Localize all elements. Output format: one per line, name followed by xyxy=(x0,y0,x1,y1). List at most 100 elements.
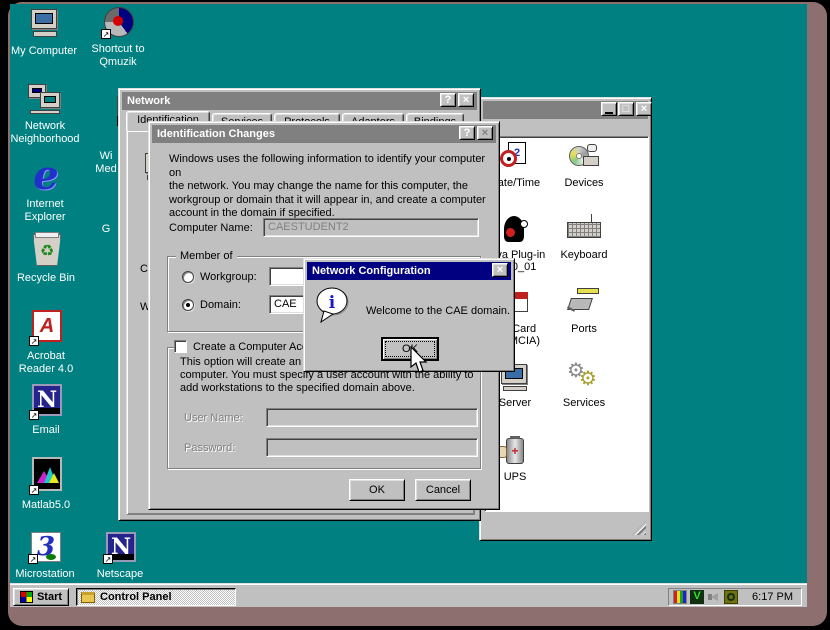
icon-label: Shortcut to xyxy=(91,43,144,56)
help-icon: ? xyxy=(445,95,452,106)
desktop-icon-netscape[interactable]: N ↗ Netscape xyxy=(84,532,156,581)
shortcut-arrow-icon: ↗ xyxy=(101,29,111,39)
start-button[interactable]: Start xyxy=(13,588,69,606)
messagebox-title: Network Configuration xyxy=(312,265,431,277)
control-panel-titlebar[interactable]: □ × xyxy=(483,101,648,119)
close-button[interactable]: × xyxy=(492,263,508,277)
computer-name-field[interactable]: CAESTUDENT2 xyxy=(263,218,479,237)
matlab-icon: ↗ xyxy=(29,457,63,495)
identification-intro-text: Windows uses the following information t… xyxy=(169,153,499,221)
qmuzik-gauge-icon: ↗ xyxy=(101,7,135,39)
system-tray: V 6:17 PM xyxy=(668,588,802,606)
ports-icon xyxy=(567,288,601,321)
help-button[interactable]: ? xyxy=(459,126,475,140)
domain-radio[interactable] xyxy=(182,299,194,311)
icon-label: Network xyxy=(25,120,65,133)
services-gears-icon: ⚙ ⚙ xyxy=(567,362,601,395)
task-label: Control Panel xyxy=(100,591,172,603)
keyboard-icon xyxy=(567,214,601,247)
icon-label: Acrobat xyxy=(27,350,65,363)
cp-icon-label: Services xyxy=(563,397,605,409)
domain-label: Domain: xyxy=(200,299,241,311)
close-button[interactable]: × xyxy=(458,93,474,107)
help-button[interactable]: ? xyxy=(440,93,456,107)
email-netscape-n-icon: N ↗ xyxy=(29,384,63,420)
my-computer-icon xyxy=(27,9,61,41)
icon-label: Recycle Bin xyxy=(17,272,75,285)
cp-icon-label: Ports xyxy=(571,323,597,335)
close-icon: × xyxy=(641,104,647,115)
mouse-cursor xyxy=(408,346,430,377)
icon-label: Matlab5.0 xyxy=(22,499,70,512)
workgroup-radio[interactable] xyxy=(182,271,194,283)
start-label: Start xyxy=(37,591,62,603)
ok-label: OK xyxy=(369,484,385,496)
desktop-icon-email[interactable]: N ↗ Email xyxy=(10,384,82,437)
desktop-icon-matlab[interactable]: ↗ Matlab5.0 xyxy=(10,457,82,512)
close-button[interactable]: × xyxy=(636,102,652,116)
resize-grip[interactable] xyxy=(632,521,646,535)
close-icon: × xyxy=(497,265,503,276)
icon-label: Explorer xyxy=(25,211,66,224)
task-button-control-panel[interactable]: Control Panel xyxy=(76,588,236,606)
java-plugin-icon xyxy=(498,214,532,247)
icon-label: Wi xyxy=(100,150,113,163)
cp-icon-devices[interactable]: Devices xyxy=(552,142,616,189)
icon-label: Internet xyxy=(26,198,63,211)
icon-label: Microstation xyxy=(15,568,74,581)
netscape-icon: N ↗ xyxy=(103,532,137,564)
shortcut-arrow-icon: ↗ xyxy=(28,554,38,564)
icon-label: Email xyxy=(32,424,60,437)
password-label: Password: xyxy=(184,442,235,454)
icon-label: Reader 4.0 xyxy=(19,363,73,376)
computer-name-label: Computer Name: xyxy=(169,222,253,234)
clock: 6:17 PM xyxy=(752,591,793,603)
password-field[interactable] xyxy=(266,438,478,457)
icon-label: Qmuzik xyxy=(99,56,136,69)
cp-icon-label: Server xyxy=(499,397,531,409)
cp-icon-services[interactable]: ⚙ ⚙ Services xyxy=(552,362,616,409)
maximize-button[interactable]: □ xyxy=(618,102,634,116)
icon-label: G xyxy=(102,223,111,236)
cancel-button[interactable]: Cancel xyxy=(415,479,471,501)
ok-button[interactable]: OK xyxy=(349,479,405,501)
desktop-icon-microstation[interactable]: 3 ↗ Microstation xyxy=(10,532,81,581)
volume-tray-icon[interactable] xyxy=(707,590,721,604)
shortcut-arrow-icon: ↗ xyxy=(29,410,39,420)
member-of-legend: Member of xyxy=(176,250,237,262)
desktop-icon-qmuzik[interactable]: ↗ Shortcut to Qmuzik xyxy=(82,7,154,69)
workgroup-label: Workgroup: xyxy=(200,271,257,283)
cp-icon-label: Devices xyxy=(564,177,603,189)
windows-flag-icon xyxy=(20,591,33,603)
cp-icon-label: UPS xyxy=(504,471,527,483)
close-button[interactable]: × xyxy=(477,126,493,140)
icon-label: Netscape xyxy=(97,568,143,581)
ups-battery-icon: + xyxy=(498,436,532,469)
icon-label: My Computer xyxy=(11,45,77,58)
virus-scan-tray-icon[interactable]: V xyxy=(690,590,704,604)
desktop-icon-my-computer[interactable]: My Computer xyxy=(10,9,80,58)
identification-changes-titlebar[interactable]: Identification Changes ? × xyxy=(152,125,496,143)
network-dialog-titlebar[interactable]: Network ? × xyxy=(122,92,477,110)
recycle-bin-icon: ♻ xyxy=(29,232,63,268)
desktop-icon-recycle-bin[interactable]: ♻ Recycle Bin xyxy=(10,232,82,285)
shortcut-arrow-icon: ↗ xyxy=(103,554,113,564)
cp-icon-label: Keyboard xyxy=(560,249,607,261)
cp-icon-ports[interactable]: Ports xyxy=(552,288,616,335)
shortcut-arrow-icon: ↗ xyxy=(29,336,39,346)
display-tray-icon[interactable] xyxy=(724,590,738,604)
control-panel-folder-icon xyxy=(81,592,95,603)
network-dialog-title: Network xyxy=(127,95,170,107)
icon-label: Med xyxy=(95,163,116,176)
acrobat-reader-icon: A ↗ xyxy=(29,310,63,346)
user-name-field[interactable] xyxy=(266,408,478,427)
create-account-checkbox[interactable] xyxy=(174,340,187,353)
system-monitor-tray-icon[interactable] xyxy=(673,590,687,604)
minimize-button[interactable] xyxy=(601,102,617,116)
desktop-icon-acrobat-reader[interactable]: A ↗ Acrobat Reader 4.0 xyxy=(10,310,82,376)
messagebox-titlebar[interactable]: Network Configuration × xyxy=(307,262,511,280)
user-name-label: User Name: xyxy=(184,412,243,424)
minimize-icon xyxy=(605,105,613,114)
close-icon: × xyxy=(482,128,488,139)
cp-icon-keyboard[interactable]: Keyboard xyxy=(552,214,616,261)
